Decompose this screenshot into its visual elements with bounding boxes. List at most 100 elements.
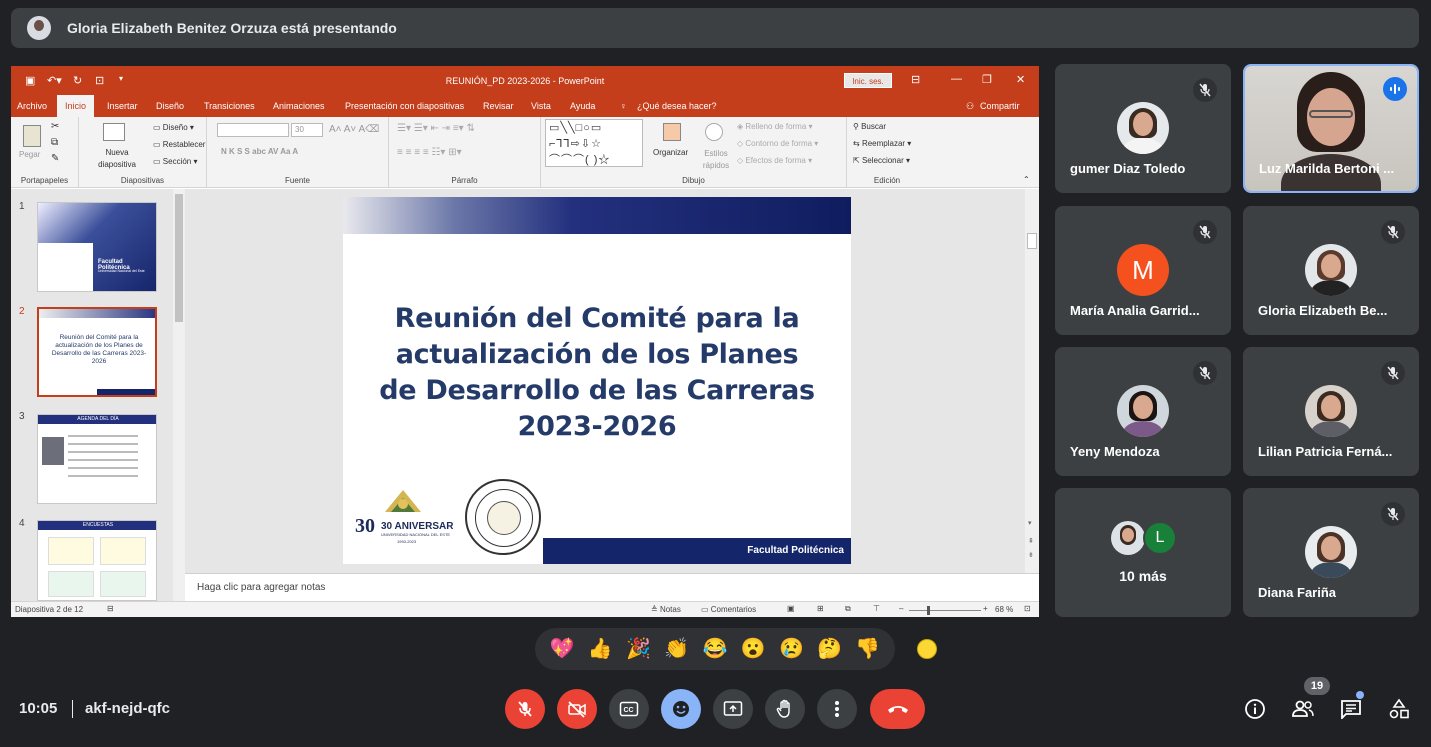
font-format-buttons[interactable]: N K S S abc AV Aa A [221,147,298,156]
paste-icon[interactable] [23,125,41,147]
collapse-ribbon-icon[interactable]: ⌃ [1023,175,1030,184]
thumbs-down-reaction-icon[interactable]: 👎 [855,639,880,659]
cut-icon[interactable]: ✂ [51,121,59,132]
heart-reaction-icon[interactable]: 💖 [550,639,575,659]
meeting-code: akf-nejd-qfc [85,700,171,717]
share-button[interactable]: Compartir [980,101,1020,111]
fit-slide-icon[interactable]: ⊡ [1024,604,1031,613]
shapes-gallery[interactable]: ▭╲╲□○▭ ⌐⅂⅂⇨⇩☆ ⌒⌒⌒( )☆ [545,119,643,167]
participant-tile[interactable]: Gloria Elizabeth Be... [1243,206,1419,335]
laugh-reaction-icon[interactable]: 😂 [703,639,728,659]
restore-icon[interactable]: ❐ [982,73,992,86]
surprised-reaction-icon[interactable]: 😮 [741,639,766,659]
tab-insertar[interactable]: Insertar [107,101,138,111]
camera-toggle-button[interactable] [557,689,597,729]
quick-styles-button[interactable]: Estilos rápidos [699,148,733,172]
accessibility-icon[interactable]: ⊟ [107,604,114,613]
thumbnails-scrollbar[interactable] [173,189,185,601]
section-button[interactable]: ▭ Sección ▾ [153,157,198,166]
tab-diseno[interactable]: Diseño [156,101,184,111]
reset-button[interactable]: ▭ Restablecer [153,140,205,149]
editor-scrollbar[interactable]: ▾ ⇞ ⇟ [1025,189,1039,573]
present-button[interactable] [713,689,753,729]
normal-view-icon[interactable]: ▣ [787,604,795,613]
login-button[interactable]: Inic. ses. [844,73,892,88]
participant-tile[interactable]: M María Analia Garrid... [1055,206,1231,335]
layout-button[interactable]: ▭ Diseño ▾ [153,123,194,132]
replace-button[interactable]: ⇆ Reemplazar ▾ [853,139,911,148]
font-name-field[interactable] [217,123,289,137]
participant-tile-speaking[interactable]: Luz Marilda Bertoni ... [1243,64,1419,193]
raise-hand-button[interactable] [765,689,805,729]
avatar [1305,244,1357,296]
tab-animaciones[interactable]: Animaciones [273,101,325,111]
ppt-menubar: Archivo Inicio Insertar Diseño Transicio… [11,95,1039,117]
tab-transiciones[interactable]: Transiciones [204,101,255,111]
thumbnail-slide-1[interactable]: Facultad Politécnica Universidad Naciona… [37,202,157,292]
copy-icon[interactable]: ⧉ [51,137,58,148]
arrange-icon[interactable] [663,123,681,141]
shape-fill-button[interactable]: ◈ Relleno de forma ▾ [737,122,813,131]
more-participants-tile[interactable]: L 10 más [1055,488,1231,617]
participant-tile[interactable]: Diana Fariña [1243,488,1419,617]
list-icons[interactable]: ☰▾ ☰▾ ⇤ ⇥ ≡▾ ⇅ [397,123,475,134]
new-slide-button[interactable]: Nueva diapositiva [97,147,137,171]
zoom-out-icon[interactable]: – [899,604,903,613]
thumbnail-slide-4[interactable]: ENCUESTAS [37,520,157,601]
mic-off-icon [1381,361,1405,385]
tab-inicio[interactable]: Inicio [57,95,95,117]
minimize-icon[interactable]: — [951,73,962,85]
sad-reaction-icon[interactable]: 😢 [779,639,804,659]
reactions-button[interactable] [661,689,701,729]
quick-styles-icon[interactable] [705,123,723,141]
people-button[interactable] [1288,694,1318,724]
zoom-in-icon[interactable]: + [983,604,988,613]
tab-vista[interactable]: Vista [531,101,551,111]
tab-revisar[interactable]: Revisar [483,101,514,111]
tab-ayuda[interactable]: Ayuda [570,101,595,111]
clap-reaction-icon[interactable]: 👏 [664,639,689,659]
participant-tile[interactable]: Lilian Patricia Ferná... [1243,347,1419,476]
shape-outline-button[interactable]: ◇ Contorno de forma ▾ [737,139,818,148]
comments-button[interactable]: ▭ Comentarios [701,605,756,614]
captions-button[interactable]: CC [609,689,649,729]
new-slide-icon[interactable] [103,123,125,141]
zoom-level[interactable]: 68 % [995,605,1013,614]
close-icon[interactable]: ✕ [1016,73,1025,86]
current-slide[interactable]: Reunión del Comité para la actualización… [343,197,851,564]
participant-tile[interactable]: Yeny Mendoza [1055,347,1231,476]
find-button[interactable]: ⚲ Buscar [853,122,886,131]
sorter-view-icon[interactable]: ⊞ [817,604,824,613]
mic-toggle-button[interactable] [505,689,545,729]
tab-presentacion[interactable]: Presentación con diapositivas [345,101,464,111]
thumbnail-slide-3[interactable]: AGENDA DEL DÍA [37,414,157,504]
more-options-button[interactable] [817,689,857,729]
tab-archivo[interactable]: Archivo [17,101,47,111]
format-painter-icon[interactable]: ✎ [51,153,59,164]
tell-me-search[interactable]: ¿Qué desea hacer? [637,101,717,111]
slide-title[interactable]: Reunión del Comité para la actualización… [373,301,821,445]
arrange-button[interactable]: Organizar [653,148,688,157]
thumbs-up-reaction-icon[interactable]: 👍 [588,639,613,659]
present-screen-icon [723,701,743,716]
party-reaction-icon[interactable]: 🎉 [626,639,651,659]
shape-effects-button[interactable]: ◇ Efectos de forma ▾ [737,156,812,165]
font-grow-icons[interactable]: A˄ A˅ A⌫ [329,124,379,135]
reading-view-icon[interactable]: ⧉ [845,604,851,614]
thinking-reaction-icon[interactable]: 🤔 [817,639,842,659]
notes-button[interactable]: ≜ Notas [651,605,681,614]
font-size-field[interactable]: 30 [291,123,323,137]
activities-button[interactable] [1384,694,1414,724]
thumbnail-slide-2[interactable]: Reunión del Comité para la actualización… [37,307,157,397]
skin-tone-picker-icon[interactable] [917,639,937,659]
ribbon-display-icon[interactable]: ⊟ [911,73,920,86]
slideshow-view-icon[interactable]: ⊤ [873,604,880,613]
zoom-slider-thumb[interactable] [927,606,930,615]
participant-tile[interactable]: gumer Diaz Toledo [1055,64,1231,193]
notes-pane[interactable]: Haga clic para agregar notas [185,573,1039,601]
meeting-info-button[interactable] [1240,694,1270,724]
align-icons[interactable]: ≡ ≡ ≡ ≡ ☷▾ ⊞▾ [397,147,462,158]
zoom-slider[interactable] [909,610,981,611]
leave-call-button[interactable] [870,689,925,729]
select-button[interactable]: ⇱ Seleccionar ▾ [853,156,910,165]
